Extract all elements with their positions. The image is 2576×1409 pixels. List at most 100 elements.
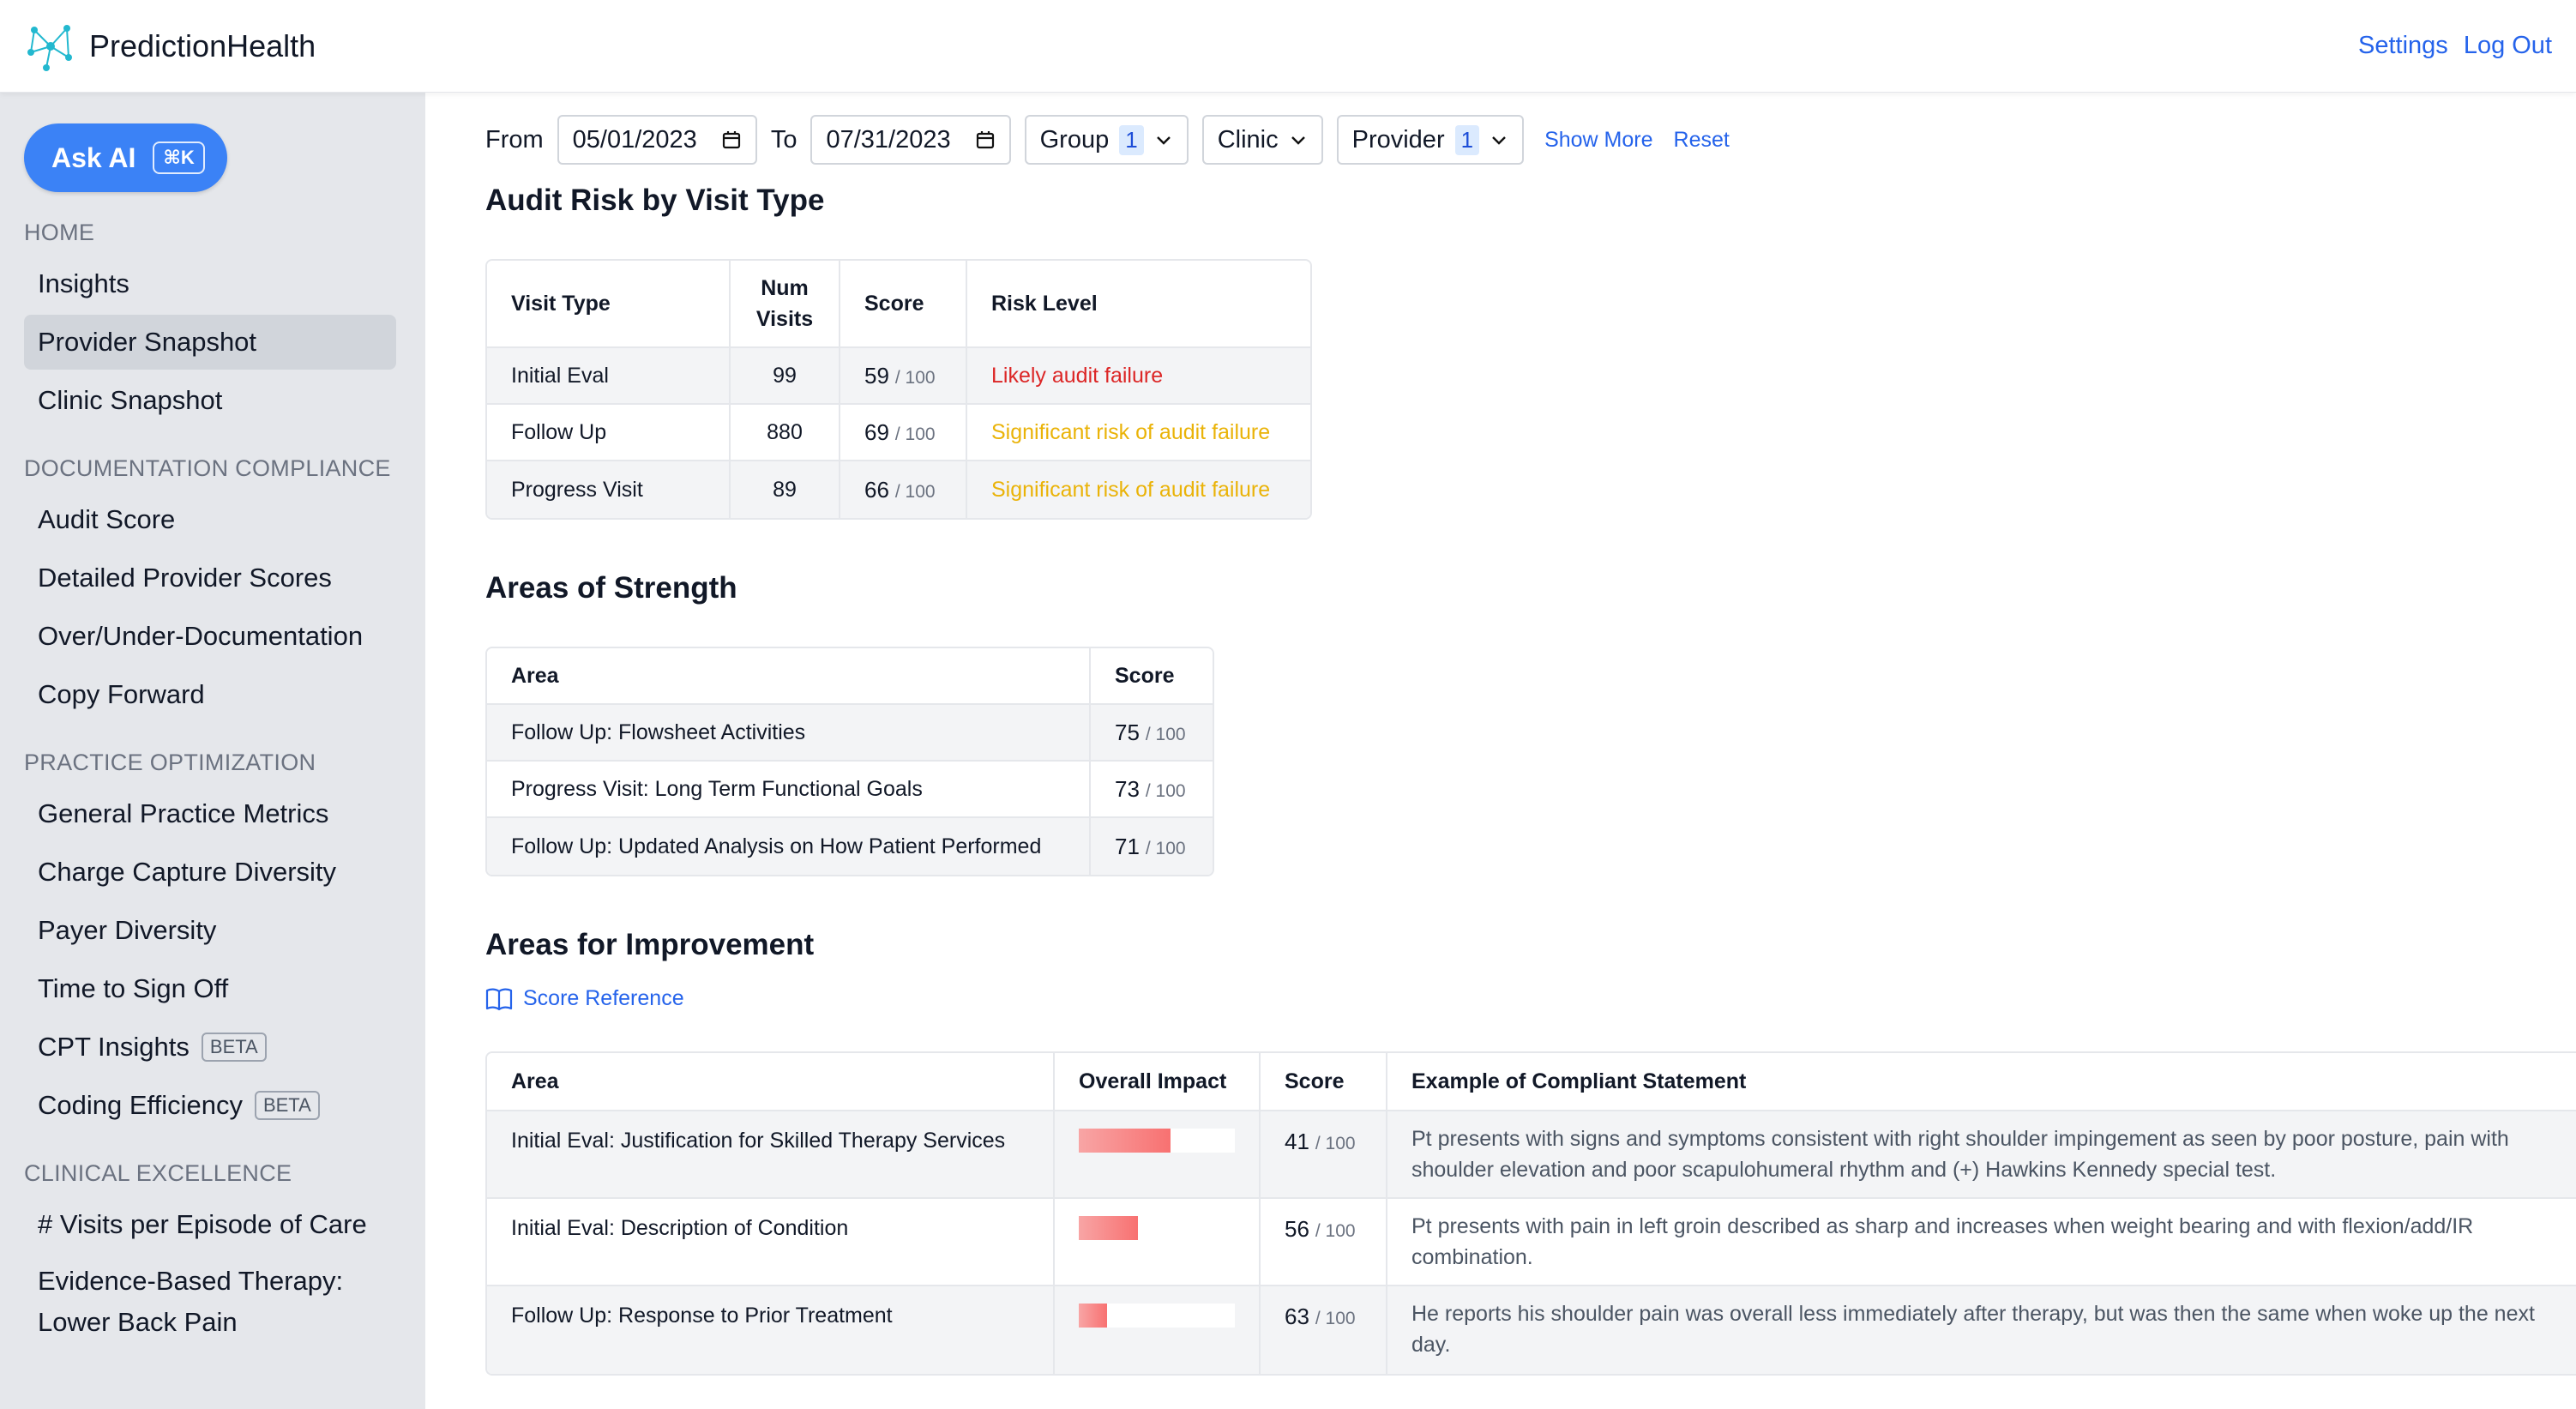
top-bar: PredictionHealth Settings Log Out: [0, 0, 2576, 93]
strength-title: Areas of Strength: [485, 571, 737, 605]
impact-bar-fill: [1079, 1216, 1139, 1240]
from-date-input[interactable]: 05/01/2023: [557, 115, 757, 165]
score-value: 66: [864, 476, 889, 503]
nav-section-documentation-compliance: DOCUMENTATION COMPLIANCE Audit Score Det…: [24, 455, 401, 722]
sidebar-item-visits-per-episode[interactable]: # Visits per Episode of Care: [24, 1197, 396, 1252]
score-value: 63: [1285, 1304, 1309, 1329]
area-cell: Follow Up: Response to Prior Treatment: [487, 1286, 1055, 1374]
sidebar-item-detailed-provider-scores[interactable]: Detailed Provider Scores: [24, 551, 396, 605]
sidebar-item-clinic-snapshot[interactable]: Clinic Snapshot: [24, 373, 396, 428]
column-header: Num Visits: [731, 261, 840, 348]
sidebar-item-audit-score[interactable]: Audit Score: [24, 492, 396, 547]
group-label: Group: [1039, 125, 1110, 154]
beta-badge: BETA: [254, 1091, 320, 1120]
table-row: Progress Visit: Long Term Functional Goa…: [487, 762, 1213, 818]
clinic-select[interactable]: Clinic: [1201, 115, 1323, 165]
area-cell: Follow Up: Updated Analysis on How Patie…: [487, 818, 1091, 875]
sidebar-item-label: Payer Diversity: [38, 915, 217, 945]
table-row: Initial Eval: Justification for Skilled …: [487, 1111, 2576, 1199]
column-header: Area: [487, 1053, 1055, 1111]
column-header-line: Num: [761, 276, 809, 300]
open-book-icon: [485, 988, 513, 1010]
risk-level-cell: Significant risk of audit failure: [967, 405, 1310, 461]
impact-cell: [1055, 1286, 1261, 1374]
clinic-label: Clinic: [1217, 125, 1279, 154]
visit-type-cell: Progress Visit: [487, 461, 731, 518]
sidebar-item-coding-efficiency[interactable]: Coding Efficiency BETA: [24, 1078, 396, 1133]
to-date-input[interactable]: 07/31/2023: [810, 115, 1011, 165]
score-reference-label: Score Reference: [523, 986, 684, 1010]
sidebar-item-evidence-based-therapy[interactable]: Evidence-Based Therapy: Lower Back Pain: [24, 1255, 396, 1355]
strength-table: Area Score Follow Up: Flowsheet Activiti…: [485, 647, 1214, 876]
score-max: / 100: [1315, 1221, 1356, 1241]
logout-link[interactable]: Log Out: [2464, 32, 2552, 60]
reset-link[interactable]: Reset: [1674, 128, 1730, 153]
score-reference-link[interactable]: Score Reference: [485, 986, 684, 1011]
table-row: Follow Up 880 69 / 100 Significant risk …: [487, 405, 1310, 461]
sidebar-item-label: Provider Snapshot: [38, 327, 257, 357]
table-row: Progress Visit 89 66 / 100 Significant r…: [487, 461, 1310, 518]
sidebar-item-over-under-documentation[interactable]: Over/Under-Documentation: [24, 609, 396, 664]
sidebar-item-time-to-sign-off[interactable]: Time to Sign Off: [24, 961, 396, 1016]
impact-bar-track: [1079, 1304, 1235, 1328]
provider-select[interactable]: Provider 1: [1336, 115, 1525, 165]
nav-heading: PRACTICE OPTIMIZATION: [24, 750, 316, 775]
provider-count-badge: 1: [1454, 124, 1480, 155]
score-cell: 73 / 100: [1091, 762, 1213, 818]
sidebar-item-label: CPT Insights: [38, 1032, 190, 1062]
sidebar-item-charge-capture-diversity[interactable]: Charge Capture Diversity: [24, 845, 396, 900]
chevron-down-icon: [1492, 136, 1506, 145]
sidebar-item-cpt-insights[interactable]: CPT Insights BETA: [24, 1020, 396, 1075]
sidebar-item-insights[interactable]: Insights: [24, 256, 396, 311]
risk-level-cell: Significant risk of audit failure: [967, 461, 1310, 518]
score-value: 73: [1115, 775, 1140, 802]
sidebar-item-general-practice-metrics[interactable]: General Practice Metrics: [24, 786, 396, 841]
to-date-value: 07/31/2023: [826, 125, 951, 154]
score-max: / 100: [1145, 724, 1186, 744]
table-row: Follow Up: Updated Analysis on How Patie…: [487, 818, 1213, 875]
sidebar-item-label: Insights: [38, 268, 129, 298]
sidebar-item-copy-forward[interactable]: Copy Forward: [24, 667, 396, 722]
sidebar-item-provider-snapshot[interactable]: Provider Snapshot: [24, 315, 396, 370]
sidebar-item-label: Coding Efficiency: [38, 1090, 243, 1120]
ask-ai-button[interactable]: Ask AI ⌘K: [24, 123, 227, 192]
sidebar-item-label: Evidence-Based Therapy: Lower Back Pain: [38, 1266, 344, 1337]
score-cell: 56 / 100: [1261, 1199, 1387, 1286]
settings-link[interactable]: Settings: [2358, 32, 2448, 60]
score-cell: 63 / 100: [1261, 1286, 1387, 1374]
area-cell: Initial Eval: Description of Condition: [487, 1199, 1055, 1286]
score-max: / 100: [1145, 780, 1186, 801]
area-cell: Progress Visit: Long Term Functional Goa…: [487, 762, 1091, 818]
sidebar-item-label: Detailed Provider Scores: [38, 563, 332, 593]
group-select[interactable]: Group 1: [1024, 115, 1189, 165]
calendar-icon[interactable]: [721, 129, 742, 150]
column-header-line: Visits: [755, 307, 814, 331]
score-value: 59: [864, 362, 889, 388]
improvement-title: Areas for Improvement: [485, 928, 815, 961]
score-cell: 41 / 100: [1261, 1111, 1387, 1199]
audit-risk-title: Audit Risk by Visit Type: [485, 184, 825, 217]
brand[interactable]: PredictionHealth: [24, 20, 316, 73]
score-cell: 66 / 100: [840, 461, 967, 518]
from-label: From: [485, 125, 544, 154]
impact-bar-track: [1079, 1216, 1235, 1240]
from-date-value: 05/01/2023: [572, 125, 697, 154]
group-count-badge: 1: [1119, 124, 1144, 155]
column-header: Example of Compliant Statement: [1387, 1053, 2576, 1111]
num-visits-cell: 880: [731, 405, 840, 461]
impact-cell: [1055, 1199, 1261, 1286]
table-row: Initial Eval 99 59 / 100 Likely audit fa…: [487, 348, 1310, 405]
nav-section-home: HOME Insights Provider Snapshot Clinic S…: [24, 220, 401, 428]
score-max: / 100: [1145, 838, 1186, 858]
sidebar-item-label: Clinic Snapshot: [38, 385, 223, 415]
impact-bar-fill: [1079, 1304, 1107, 1328]
score-max: / 100: [894, 481, 936, 502]
sidebar: Ask AI ⌘K HOME Insights Provider Snapsho…: [0, 93, 425, 1409]
impact-cell: [1055, 1111, 1261, 1199]
show-more-link[interactable]: Show More: [1544, 128, 1652, 153]
to-label: To: [770, 125, 797, 154]
score-value: 41: [1285, 1129, 1309, 1154]
score-cell: 71 / 100: [1091, 818, 1213, 875]
sidebar-item-payer-diversity[interactable]: Payer Diversity: [24, 903, 396, 958]
calendar-icon[interactable]: [975, 129, 996, 150]
